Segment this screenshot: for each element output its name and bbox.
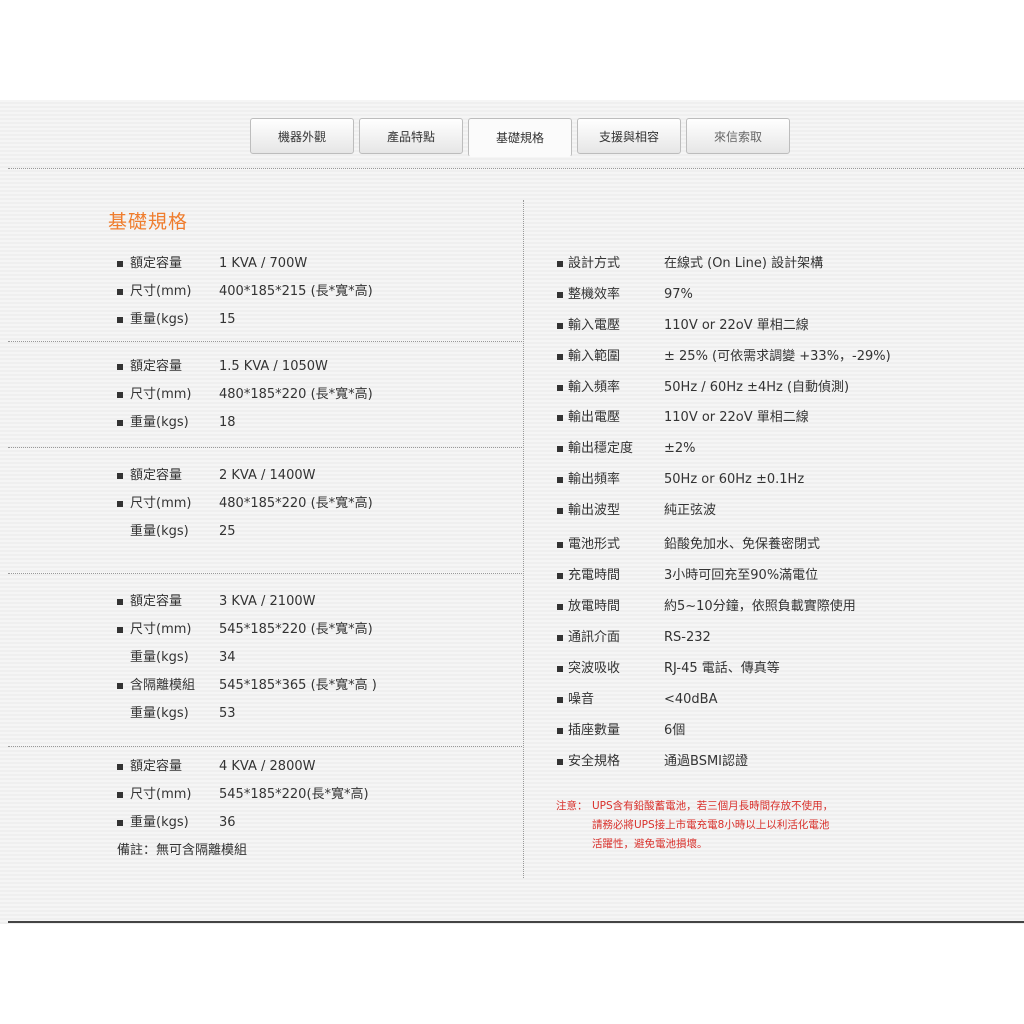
tab-features[interactable]: 產品特點 [359,118,463,154]
spec-row: 突波吸收 RJ-45 電話、傳真等 [0,659,1024,679]
spec-row: 插座數量 6個 [0,721,1024,741]
spec-row: 尺寸(mm) 545*185*220(長*寬*高) [0,785,1024,805]
page-title: 基礎規格 [108,211,189,233]
spec-label: 重量(kgs) [130,815,189,830]
spec-row: 電池形式 鉛酸免加水、免保養密閉式 [0,535,1024,555]
spec-row: 整機效率 97% [0,285,1024,305]
bullet-icon [557,385,563,391]
spec-label: 輸出波型 [568,503,621,518]
spec-label: 通訊介面 [568,630,621,645]
spec-row: 噪音 <40dBA [0,690,1024,710]
tab-support-compat[interactable]: 支援與相容 [577,118,681,154]
bullet-icon [557,666,563,672]
tab-appearance[interactable]: 機器外觀 [250,118,354,154]
tab-request-info[interactable]: 來信索取 [686,118,790,154]
bullet-icon [557,759,563,765]
spec-row: 輸出穩定度 ±2% [0,439,1024,459]
bullet-icon [557,446,563,452]
spec-row: 輸入範圍 ± 25% (可依需求調變 +33%，-29%) [0,347,1024,367]
spec-label: 安全規格 [568,754,621,769]
spec-row: 放電時間 約5~10分鐘，依照負載實際使用 [0,597,1024,617]
spec-label: 輸入範圍 [568,349,621,364]
spec-label: 整機效率 [568,287,621,302]
spec-value: 36 [219,815,236,830]
spec-label: 尺寸(mm) [130,787,192,802]
note-line: 活躍性，避免電池損壞。 [592,838,708,850]
spec-label: 輸出電壓 [568,410,621,425]
spec-label: 插座數量 [568,723,621,738]
bullet-icon [557,415,563,421]
tabs-divider [8,168,1024,169]
spec-value: 97% [664,287,693,302]
spec-label: 突波吸收 [568,661,621,676]
bullet-icon [117,683,123,689]
remark-text: 備註：無可含隔離模組 [117,843,248,858]
note-line: UPS含有鉛酸蓄電池，若三個月長時間存放不使用， [592,800,834,812]
spec-label: 設計方式 [568,256,621,271]
bullet-icon [557,477,563,483]
bullet-icon [557,508,563,514]
bullet-icon [557,354,563,360]
spec-row: 重量(kgs) 36 [0,813,1024,833]
note-prefix: 注意： [556,800,588,812]
spec-value: 純正弦波 [664,503,717,518]
spec-label: 輸出穩定度 [568,441,634,456]
spec-value: 在線式 (On Line) 設計架構 [664,256,824,271]
spec-row: 安全規格 通過BSMI認證 [0,752,1024,772]
tab-bar: 機器外觀 產品特點 基礎規格 支援與相容 來信索取 [250,118,790,157]
bullet-icon [557,323,563,329]
spec-value: 3小時可回充至90%滿電位 [664,568,819,583]
note-line: 請務必將UPS接上市電充電8小時以上以利活化電池 [592,819,830,831]
spec-label: 輸入頻率 [568,380,621,395]
spec-label: 電池形式 [568,537,621,552]
spec-value: ± 25% (可依需求調變 +33%，-29%) [664,349,891,364]
spec-row: 輸出波型 純正弦波 [0,501,1024,521]
spec-value: 6個 [664,723,686,738]
spec-value: 鉛酸免加水、免保養密閉式 [664,537,821,552]
spec-label: 輸出頻率 [568,472,621,487]
spec-value: 110V or 22oV 單相二線 [664,410,809,425]
spec-label: 充電時間 [568,568,621,583]
bullet-icon [557,292,563,298]
spec-row: 通訊介面 RS-232 [0,628,1024,648]
spec-row: 輸入頻率 50Hz / 60Hz ±4Hz (自動偵測) [0,378,1024,398]
spec-value: RS-232 [664,630,711,645]
tab-basic-specs[interactable]: 基礎規格 [468,118,572,157]
spec-value: 約5~10分鐘，依照負載實際使用 [664,599,856,614]
bullet-icon [557,697,563,703]
spec-row: 設計方式 在線式 (On Line) 設計架構 [0,254,1024,274]
bullet-icon [557,573,563,579]
bullet-icon [117,792,123,798]
bullet-icon [557,604,563,610]
bullet-icon [557,635,563,641]
spec-value: RJ-45 電話、傳真等 [664,661,780,676]
bullet-icon [557,261,563,267]
spec-label: 輸入電壓 [568,318,621,333]
group-separator [8,341,522,342]
bullet-icon [117,820,123,826]
spec-value: 通過BSMI認證 [664,754,748,769]
spec-value: 50Hz or 60Hz ±0.1Hz [664,472,805,487]
spec-value: 50Hz / 60Hz ±4Hz (自動偵測) [664,380,850,395]
spec-row: 輸出電壓 110V or 22oV 單相二線 [0,408,1024,428]
spec-value: 545*185*220(長*寬*高) [219,787,369,802]
spec-value: ±2% [664,441,696,456]
spec-row: 輸入電壓 110V or 22oV 單相二線 [0,316,1024,336]
spec-value: <40dBA [664,692,718,707]
bullet-icon [557,542,563,548]
spec-row: 充電時間 3小時可回充至90%滿電位 [0,566,1024,586]
group-separator [8,746,522,747]
spec-value: 110V or 22oV 單相二線 [664,318,809,333]
spec-label: 噪音 [568,692,595,707]
spec-label: 放電時間 [568,599,621,614]
bullet-icon [557,728,563,734]
spec-row: 輸出頻率 50Hz or 60Hz ±0.1Hz [0,470,1024,490]
panel-bottom-border [8,921,1024,923]
